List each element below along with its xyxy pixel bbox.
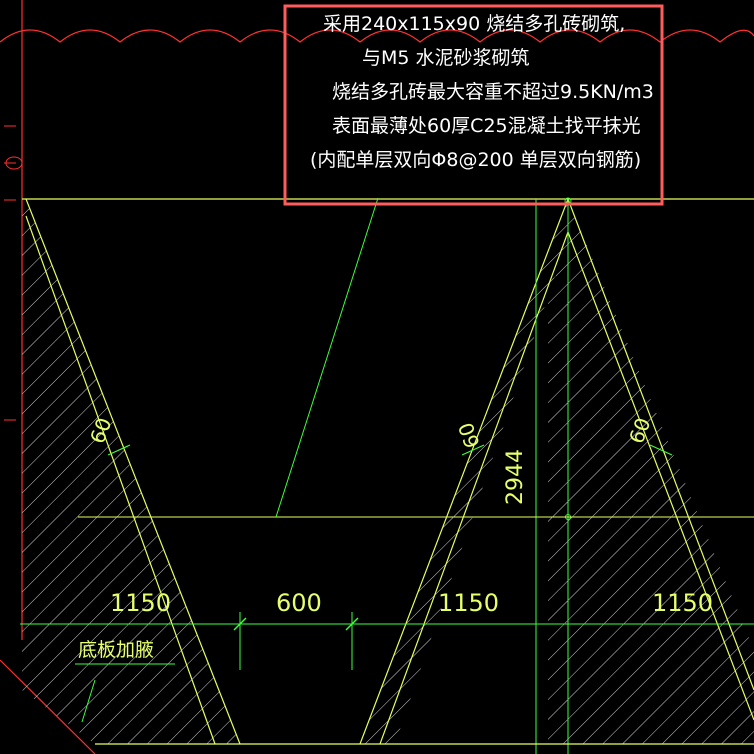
note-line-3: 烧结多孔砖最大容重不超过9.5KN/m3: [332, 81, 654, 103]
note-line-5: (内配单层双向Φ8@200 单层双向钢筋): [310, 149, 641, 171]
note-highlight-box: [283, 4, 664, 206]
note-line-1: 采用240x115x90 烧结多孔砖砌筑,: [323, 13, 625, 35]
dim-label-1150-center: 1150: [438, 589, 499, 617]
haunch-label: 底板加腋: [78, 639, 154, 661]
dim-label-1150-right: 1150: [652, 589, 713, 617]
dim-label-height: 2944: [503, 449, 528, 505]
dim-label-600: 600: [276, 589, 322, 617]
dim-label-1150-left: 1150: [110, 589, 171, 617]
center-triangle-hatch: [360, 199, 754, 744]
note-line-2: 与M5 水泥砂浆砌筑: [362, 47, 530, 69]
note-line-4: 表面最薄处60厚C25混凝土找平抹光: [332, 115, 641, 137]
note-leader-line: [275, 197, 379, 518]
cad-drawing: 1150 600 1150 1150 2944 60 60 60 底板加腋 采用…: [0, 0, 754, 754]
